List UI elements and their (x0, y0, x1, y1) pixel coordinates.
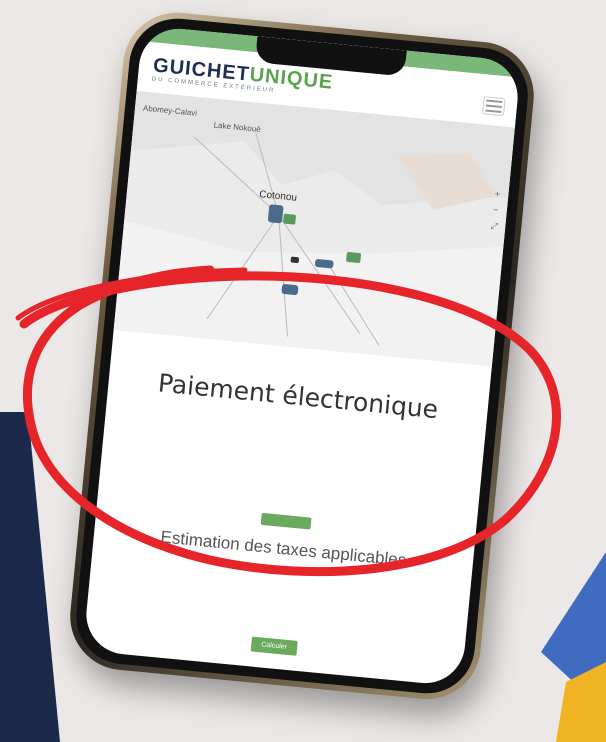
tax-estimation-text: Estimation des taxes applicables (159, 527, 408, 570)
phone-screen: GUICHETUNIQUE DU COMMERCE EXTÉRIEUR Abom… (82, 25, 522, 687)
zoom-out-icon[interactable]: − (490, 201, 501, 218)
hamburger-menu-button[interactable] (482, 96, 506, 117)
phone-bezel: GUICHETUNIQUE DU COMMERCE EXTÉRIEUR Abom… (71, 14, 533, 698)
blue-yellow-corner-shape (541, 552, 606, 742)
zoom-in-icon[interactable]: + (492, 186, 503, 203)
hamburger-icon (486, 99, 503, 104)
map-view[interactable]: Abomey-Calavi Lake Nokoué Cotonou + − ⤢ (113, 90, 515, 367)
fullscreen-icon[interactable]: ⤢ (489, 217, 500, 234)
calculate-button[interactable]: Calculer (250, 636, 298, 656)
navy-corner-shape (0, 412, 60, 742)
smartphone: GUICHETUNIQUE DU COMMERCE EXTÉRIEUR Abom… (65, 7, 539, 705)
map-illustration (113, 90, 515, 367)
payment-heading: Paiement électronique (156, 368, 440, 425)
estimation-tab[interactable] (260, 512, 312, 530)
